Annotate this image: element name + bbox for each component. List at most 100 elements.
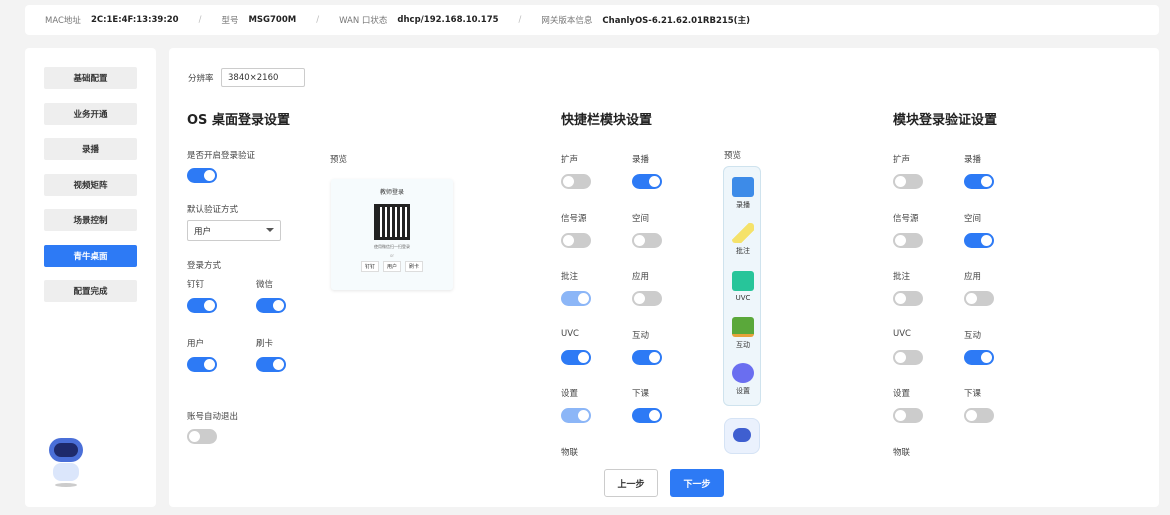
card-toggle[interactable]: [256, 357, 286, 372]
module-label: 互动: [632, 329, 649, 341]
module-label: 下课: [964, 387, 981, 399]
quickbar-preview: 录播 批注 UVC 互动 设置: [723, 166, 761, 406]
resolution-input[interactable]: 3840×2160: [221, 68, 305, 87]
module-toggle[interactable]: [964, 350, 994, 365]
preview-card: 刷卡: [405, 261, 423, 272]
enable-login-label: 是否开启登录验证: [187, 149, 255, 161]
module-toggle[interactable]: [561, 291, 591, 306]
interaction-icon: [732, 317, 754, 337]
dropdown-arrow-icon: [266, 228, 274, 236]
robot-mascot-icon: [41, 433, 91, 488]
login-preview-card: 教师登录 使用微信扫一扫登录 or 钉钉 用户 刷卡: [331, 179, 453, 290]
dingtalk-toggle[interactable]: [187, 298, 217, 313]
annotation-icon: [732, 223, 754, 243]
nav-basic[interactable]: 基础配置: [44, 67, 137, 89]
recording-icon: [732, 177, 754, 197]
module-label: 互动: [964, 329, 981, 341]
preview-user: 用户: [383, 261, 401, 272]
module-toggle[interactable]: [893, 233, 923, 248]
module-toggle[interactable]: [632, 233, 662, 248]
next-button[interactable]: 下一步: [670, 469, 724, 497]
settings-gear-icon: [732, 363, 754, 383]
user-label: 用户: [187, 337, 204, 349]
device-info-bar: MAC地址2C:1E:4F:13:39:20/ 型号MSG700M/ WAN 口…: [25, 5, 1159, 35]
module-toggle[interactable]: [964, 174, 994, 189]
module-toggle[interactable]: [632, 350, 662, 365]
module-label: 批注: [561, 270, 578, 282]
mac-value: 2C:1E:4F:13:39:20: [91, 15, 179, 25]
default-method-select[interactable]: 用户: [194, 225, 211, 237]
module-toggle[interactable]: [632, 174, 662, 189]
preview-card-title: 教师登录: [331, 187, 453, 196]
nav-scene[interactable]: 场景控制: [44, 209, 137, 231]
module-label: 应用: [632, 270, 649, 282]
quickbar-preview-label: 预览: [724, 149, 741, 161]
default-method-label: 默认验证方式: [187, 203, 238, 215]
module-toggle[interactable]: [964, 233, 994, 248]
enable-login-toggle[interactable]: [187, 168, 217, 183]
module-toggle[interactable]: [632, 408, 662, 423]
version-value: ChanlyOS-6.21.62.01RB215(主): [602, 14, 750, 26]
module-toggle[interactable]: [893, 408, 923, 423]
auto-logout-toggle[interactable]: [187, 429, 217, 444]
user-toggle[interactable]: [187, 357, 217, 372]
bar-item-label: UVC: [736, 294, 751, 302]
module-label: 扩声: [893, 153, 910, 165]
module-label: 物联: [561, 446, 578, 458]
module-toggle[interactable]: [893, 291, 923, 306]
bar-item-label: 批注: [736, 247, 750, 255]
prev-button[interactable]: 上一步: [604, 469, 658, 497]
module-label: 录播: [632, 153, 649, 165]
module-toggle[interactable]: [964, 408, 994, 423]
qr-code-icon: [374, 204, 410, 240]
os-login-title: OS 桌面登录设置: [187, 109, 290, 128]
module-toggle[interactable]: [561, 408, 591, 423]
module-toggle[interactable]: [964, 291, 994, 306]
module-label: 空间: [632, 212, 649, 224]
module-label: 扩声: [561, 153, 578, 165]
module-label: 信号源: [893, 212, 919, 224]
nav-recording[interactable]: 录播: [44, 138, 137, 160]
preview-dingtalk: 钉钉: [361, 261, 379, 272]
dingtalk-label: 钉钉: [187, 278, 204, 290]
sidebar: 基础配置 业务开通 录播 视频矩阵 场景控制 青牛桌面 配置完成: [25, 48, 156, 507]
assistant-robot-icon[interactable]: [724, 418, 760, 454]
module-toggle[interactable]: [632, 291, 662, 306]
module-label: 空间: [964, 212, 981, 224]
module-label: 下课: [632, 387, 649, 399]
module-label: UVC: [561, 329, 579, 339]
mac-label: MAC地址: [45, 14, 81, 26]
scan-hint: 使用微信扫一扫登录: [331, 244, 453, 250]
model-value: MSG700M: [248, 15, 296, 25]
card-label: 刷卡: [256, 337, 273, 349]
module-toggle[interactable]: [561, 174, 591, 189]
bar-item-label: 互动: [736, 341, 750, 349]
login-method-label: 登录方式: [187, 259, 221, 271]
main-panel: 分辨率 3840×2160 OS 桌面登录设置 是否开启登录验证 默认验证方式 …: [169, 48, 1159, 507]
module-label: 应用: [964, 270, 981, 282]
nav-service[interactable]: 业务开通: [44, 103, 137, 125]
uvc-icon: [732, 271, 754, 291]
or-divider: or: [331, 253, 453, 258]
module-label: UVC: [893, 329, 911, 339]
module-label: 批注: [893, 270, 910, 282]
module-label: 物联: [893, 446, 910, 458]
wechat-label: 微信: [256, 278, 273, 290]
wan-value: dhcp/192.168.10.175: [397, 15, 498, 25]
model-label: 型号: [221, 14, 238, 26]
module-toggle[interactable]: [561, 350, 591, 365]
module-toggle[interactable]: [893, 350, 923, 365]
module-label: 设置: [893, 387, 910, 399]
wechat-toggle[interactable]: [256, 298, 286, 313]
module-toggle[interactable]: [561, 233, 591, 248]
auto-logout-label: 账号自动退出: [187, 410, 238, 422]
module-toggle[interactable]: [893, 174, 923, 189]
nav-desktop[interactable]: 青牛桌面: [44, 245, 137, 267]
module-label: 信号源: [561, 212, 587, 224]
nav-video-matrix[interactable]: 视频矩阵: [44, 174, 137, 196]
nav-finish[interactable]: 配置完成: [44, 280, 137, 302]
bar-item-label: 录播: [736, 201, 750, 209]
login-preview-label: 预览: [330, 153, 347, 165]
resolution-label: 分辨率: [188, 72, 214, 84]
module-label: 设置: [561, 387, 578, 399]
